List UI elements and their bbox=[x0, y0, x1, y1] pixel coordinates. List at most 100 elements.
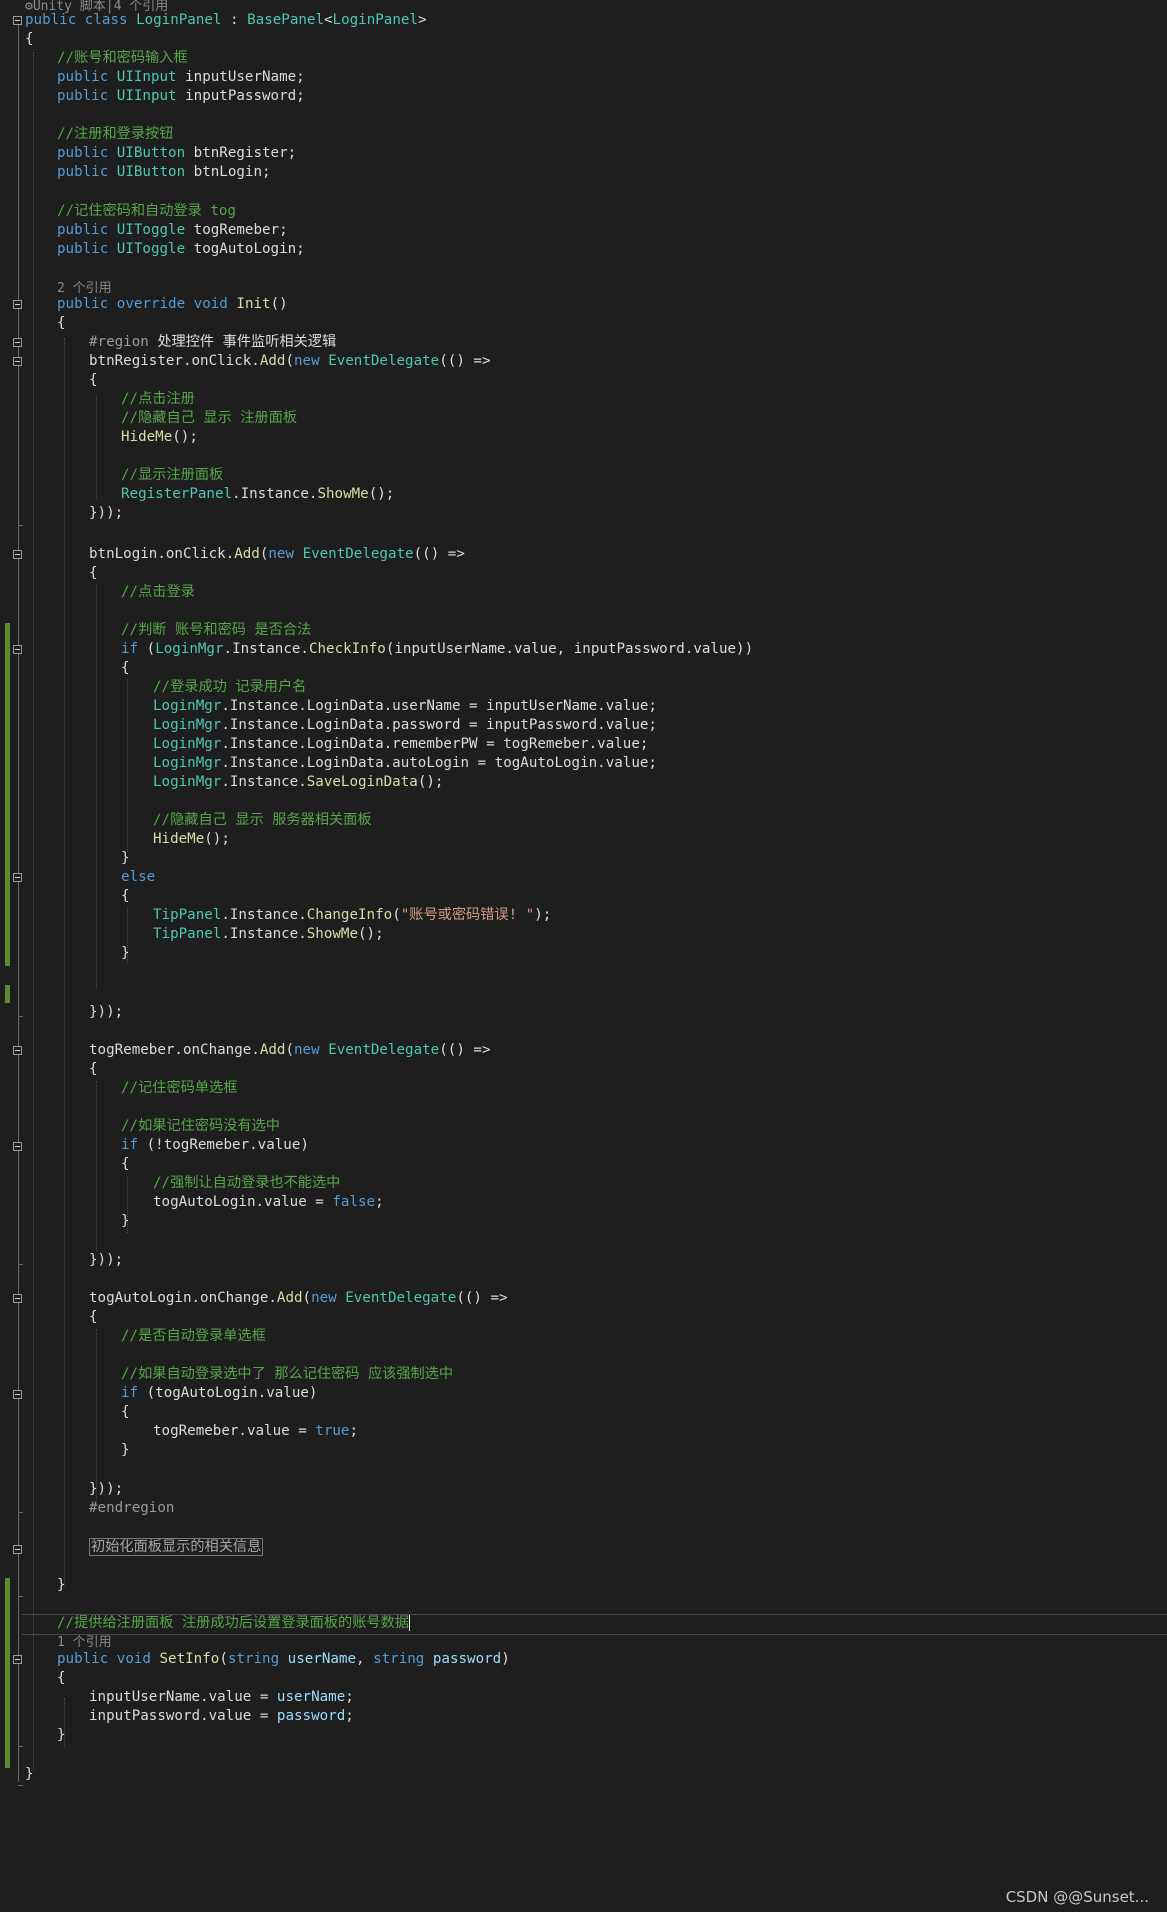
code-line: { bbox=[121, 1156, 130, 1172]
code-line: public UIButton btnRegister; bbox=[57, 145, 297, 161]
code-line: LoginMgr.Instance.SaveLoginData(); bbox=[153, 774, 444, 790]
indent-guide bbox=[96, 1329, 97, 1499]
code-line: TipPanel.Instance.ChangeInfo("账号或密码错误! "… bbox=[153, 907, 552, 923]
fold-end-marker bbox=[18, 1264, 23, 1265]
fold-toggle-icon[interactable] bbox=[13, 338, 22, 347]
code-line: HideMe(); bbox=[153, 831, 230, 847]
code-editor[interactable]: ⚙Unity 脚本|4 个引用 public class LoginPanel … bbox=[0, 0, 1167, 1912]
code-line: public UIToggle togAutoLogin; bbox=[57, 241, 305, 257]
code-line: })); bbox=[89, 1252, 124, 1268]
code-line: inputPassword.value = password; bbox=[89, 1708, 354, 1724]
comment-line: //账号和密码输入框 bbox=[57, 50, 188, 66]
code-line: })); bbox=[89, 505, 124, 521]
fold-toggle-icon[interactable] bbox=[13, 1390, 22, 1399]
code-line: } bbox=[57, 1577, 66, 1593]
comment-line: //注册和登录按钮 bbox=[57, 126, 174, 142]
code-line: public UIInput inputPassword; bbox=[57, 88, 305, 104]
code-line: togAutoLogin.value = false; bbox=[153, 1194, 384, 1210]
code-line: } bbox=[121, 1442, 130, 1458]
comment-line: //隐藏自己 显示 注册面板 bbox=[121, 410, 298, 426]
change-indicator-bar bbox=[5, 985, 10, 1003]
code-line: } bbox=[57, 1727, 66, 1743]
code-line: togRemeber.onChange.Add(new EventDelegat… bbox=[89, 1042, 491, 1058]
code-line: { bbox=[89, 1061, 98, 1077]
fold-toggle-icon[interactable] bbox=[13, 1142, 22, 1151]
code-line: { bbox=[89, 565, 98, 581]
code-line: { bbox=[89, 372, 98, 388]
code-line: togAutoLogin.onChange.Add(new EventDeleg… bbox=[89, 1290, 508, 1306]
code-line: })); bbox=[89, 1004, 124, 1020]
code-line: else bbox=[121, 869, 156, 885]
comment-line: //隐藏自己 显示 服务器相关面板 bbox=[153, 812, 372, 828]
code-line: LoginMgr.Instance.LoginData.password = i… bbox=[153, 717, 657, 733]
code-line: LoginMgr.Instance.LoginData.autoLogin = … bbox=[153, 755, 657, 771]
code-line: } bbox=[121, 1213, 130, 1229]
code-line: TipPanel.Instance.ShowMe(); bbox=[153, 926, 384, 942]
indent-guide bbox=[96, 1081, 97, 1251]
fold-end-marker bbox=[18, 1016, 23, 1017]
outline-gutter bbox=[18, 20, 19, 1782]
fold-toggle-icon[interactable] bbox=[13, 1655, 22, 1664]
code-line: public override void Init() bbox=[57, 296, 288, 312]
code-line: RegisterPanel.Instance.ShowMe(); bbox=[121, 486, 395, 502]
code-line: { bbox=[121, 660, 130, 676]
code-line: if (!togRemeber.value) bbox=[121, 1137, 309, 1153]
fold-toggle-icon[interactable] bbox=[13, 645, 22, 654]
comment-line: //如果记住密码没有选中 bbox=[121, 1118, 280, 1134]
indent-guide bbox=[96, 584, 97, 989]
code-line: } bbox=[121, 850, 130, 866]
fold-toggle-icon[interactable] bbox=[13, 550, 22, 559]
fold-end-marker bbox=[18, 525, 23, 526]
fold-toggle-icon[interactable] bbox=[13, 1294, 22, 1303]
comment-line: //提供给注册面板 注册成功后设置登录面板的账号数据 bbox=[57, 1614, 410, 1633]
code-line: public class LoginPanel : BasePanel<Logi… bbox=[25, 12, 427, 28]
code-line: btnLogin.onClick.Add(new EventDelegate((… bbox=[89, 546, 465, 562]
indent-guide bbox=[96, 395, 97, 500]
code-line: public void SetInfo(string userName, str… bbox=[57, 1651, 510, 1667]
code-line: btnRegister.onClick.Add(new EventDelegat… bbox=[89, 353, 491, 369]
code-line: #region 处理控件 事件监听相关逻辑 bbox=[89, 334, 337, 350]
text-caret: //提供给注册面板 注册成功后设置登录面板的账号数据 bbox=[57, 1615, 410, 1631]
indent-guide bbox=[127, 679, 128, 852]
code-line: { bbox=[121, 888, 130, 904]
comment-line: //判断 账号和密码 是否合法 bbox=[121, 622, 312, 638]
code-line: { bbox=[57, 1670, 66, 1686]
fold-toggle-icon[interactable] bbox=[13, 873, 22, 882]
fold-end-marker bbox=[18, 1512, 23, 1513]
code-line: { bbox=[57, 315, 66, 331]
comment-line: //强制让自动登录也不能选中 bbox=[153, 1175, 341, 1191]
comment-line: //点击登录 bbox=[121, 584, 195, 600]
code-line: public UIButton btnLogin; bbox=[57, 164, 271, 180]
indent-guide bbox=[64, 338, 65, 1586]
code-line: { bbox=[89, 1309, 98, 1325]
fold-toggle-icon[interactable] bbox=[13, 357, 22, 366]
code-line: } bbox=[121, 945, 130, 961]
code-line: togRemeber.value = true; bbox=[153, 1423, 359, 1439]
code-line: { bbox=[121, 1404, 130, 1420]
fold-end-marker bbox=[18, 1785, 23, 1786]
collapsed-region[interactable]: 初始化面板显示的相关信息 bbox=[89, 1538, 264, 1556]
code-line: inputUserName.value = userName; bbox=[89, 1689, 354, 1705]
code-line: public UIToggle togRemeber; bbox=[57, 222, 288, 238]
change-indicator-bar bbox=[5, 1578, 10, 1768]
indent-guide bbox=[33, 52, 34, 1770]
fold-toggle-icon[interactable] bbox=[13, 1046, 22, 1055]
code-line: public UIInput inputUserName; bbox=[57, 69, 305, 85]
code-line: } bbox=[25, 1766, 34, 1782]
code-line: LoginMgr.Instance.LoginData.userName = i… bbox=[153, 698, 657, 714]
comment-line: //如果自动登录选中了 那么记住密码 应该强制选中 bbox=[121, 1366, 454, 1382]
comment-line: //登录成功 记录用户名 bbox=[153, 679, 307, 695]
comment-line: //是否自动登录单选框 bbox=[121, 1328, 266, 1344]
fold-toggle-icon[interactable] bbox=[13, 300, 22, 309]
watermark: CSDN @@Sunset... bbox=[1005, 1888, 1149, 1906]
code-line: LoginMgr.Instance.LoginData.rememberPW =… bbox=[153, 736, 649, 752]
comment-line: //记住密码单选框 bbox=[121, 1080, 238, 1096]
fold-toggle-icon[interactable] bbox=[13, 1545, 22, 1554]
fold-toggle-icon[interactable] bbox=[13, 16, 22, 25]
code-line: { bbox=[25, 31, 34, 47]
code-line: 初始化面板显示的相关信息 bbox=[89, 1538, 264, 1557]
code-line: if (LoginMgr.Instance.CheckInfo(inputUse… bbox=[121, 641, 754, 657]
fold-end-marker bbox=[18, 1596, 23, 1597]
comment-line: //记住密码和自动登录 tog bbox=[57, 203, 236, 219]
comment-line: //显示注册面板 bbox=[121, 467, 224, 483]
